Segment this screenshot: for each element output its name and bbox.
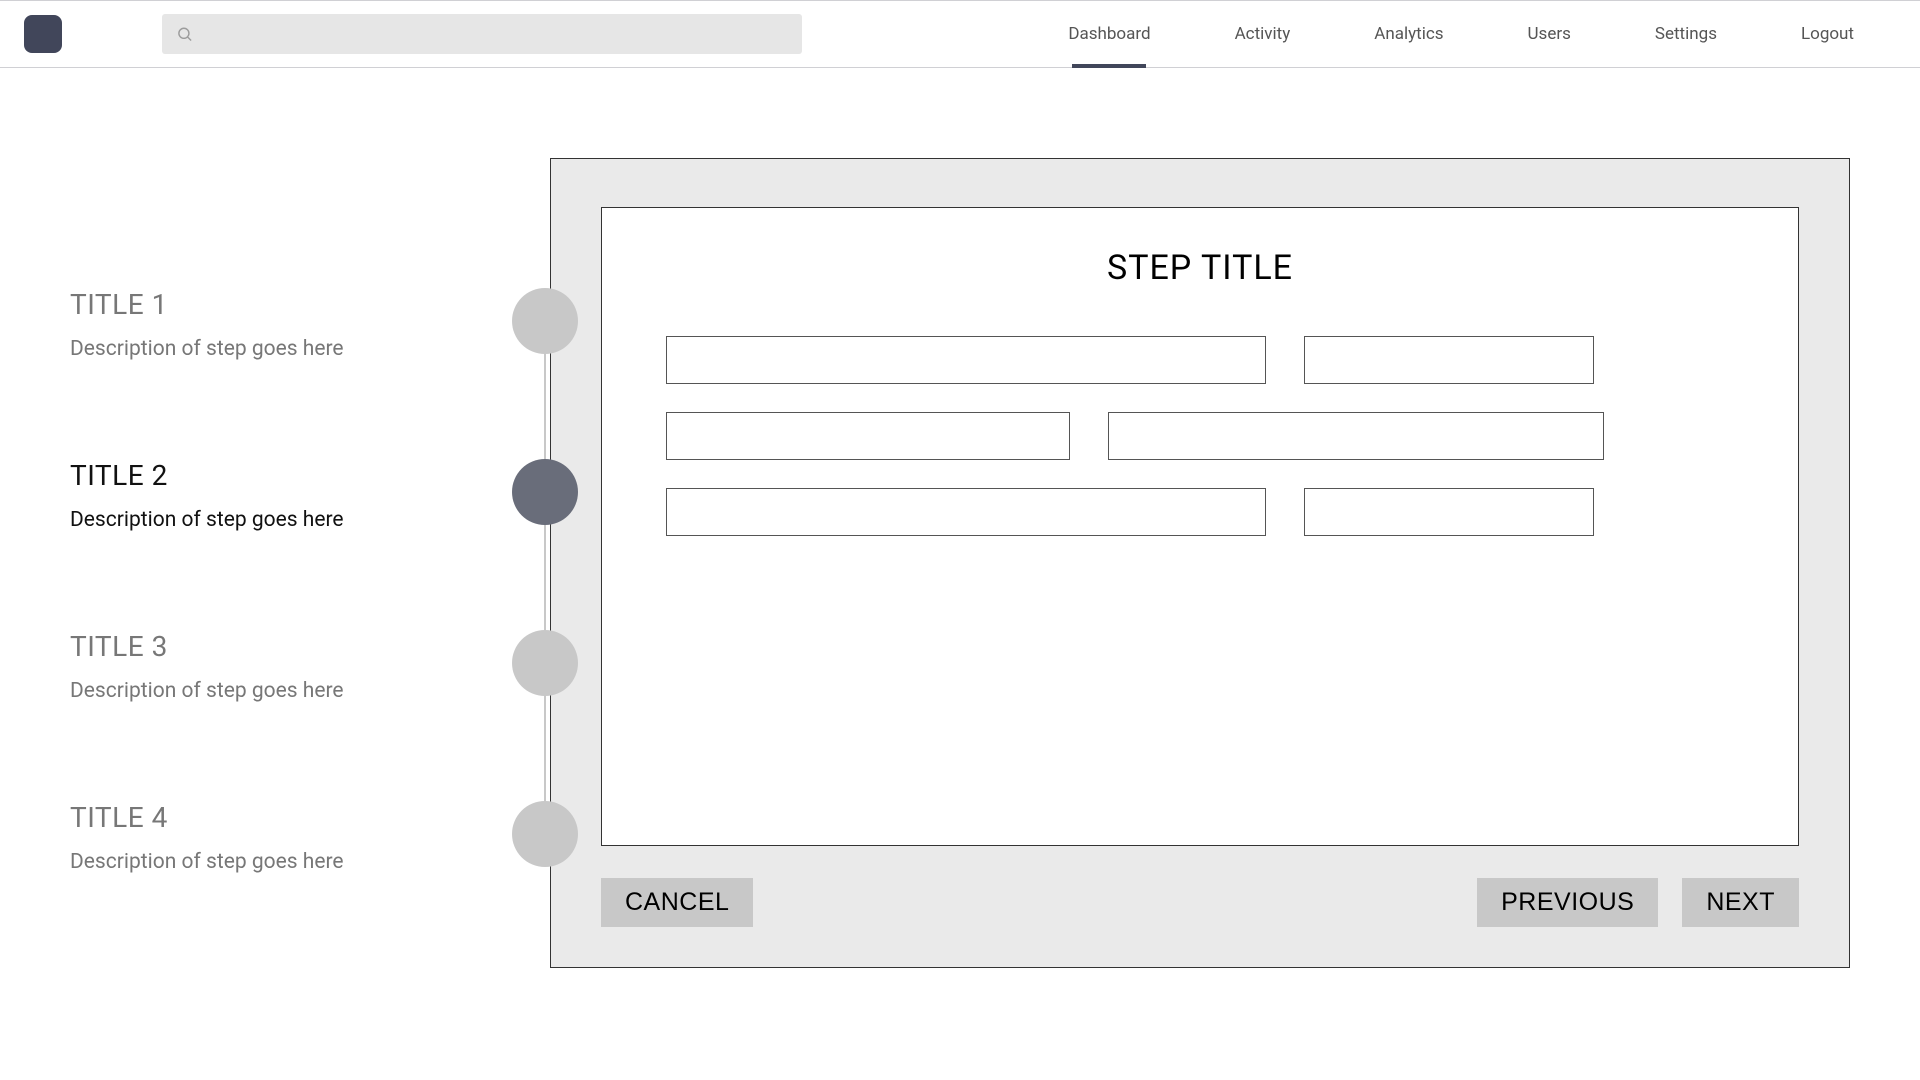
nav-dashboard[interactable]: Dashboard <box>1026 1 1192 67</box>
header: Dashboard Activity Analytics Users Setti… <box>0 0 1920 68</box>
step-title: TITLE 4 <box>70 801 550 834</box>
form-card: STEP TITLE <box>601 207 1799 846</box>
step-title: TITLE 2 <box>70 459 550 492</box>
form-field-2[interactable] <box>1304 336 1594 384</box>
step-item-4[interactable]: TITLE 4 Description of step goes here <box>70 801 550 874</box>
step-connector-line <box>544 318 546 818</box>
step-item-2[interactable]: TITLE 2 Description of step goes here <box>70 459 550 532</box>
nav-settings[interactable]: Settings <box>1613 1 1759 67</box>
step-desc: Description of step goes here <box>70 508 550 532</box>
form-row-3 <box>666 488 1734 536</box>
search-input[interactable] <box>201 26 788 43</box>
step-dot <box>512 459 578 525</box>
form-field-6[interactable] <box>1304 488 1594 536</box>
nav-analytics[interactable]: Analytics <box>1332 1 1485 67</box>
form-title: STEP TITLE <box>666 248 1734 288</box>
step-item-1[interactable]: TITLE 1 Description of step goes here <box>70 288 550 361</box>
step-item-3[interactable]: TITLE 3 Description of step goes here <box>70 630 550 703</box>
next-button[interactable]: NEXT <box>1682 878 1799 927</box>
button-row: CANCEL PREVIOUS NEXT <box>601 878 1799 927</box>
form-row-2 <box>666 412 1734 460</box>
nav-links: Dashboard Activity Analytics Users Setti… <box>1026 1 1896 67</box>
form-field-4[interactable] <box>1108 412 1604 460</box>
step-title: TITLE 3 <box>70 630 550 663</box>
form-field-1[interactable] <box>666 336 1266 384</box>
cancel-button[interactable]: CANCEL <box>601 878 753 927</box>
step-dot <box>512 801 578 867</box>
form-row-1 <box>666 336 1734 384</box>
main: TITLE 1 Description of step goes here TI… <box>0 68 1920 972</box>
form-field-5[interactable] <box>666 488 1266 536</box>
step-desc: Description of step goes here <box>70 679 550 703</box>
search-icon <box>176 25 193 43</box>
steps-sidebar: TITLE 1 Description of step goes here TI… <box>70 158 550 972</box>
nav-logout[interactable]: Logout <box>1759 1 1896 67</box>
nav-activity[interactable]: Activity <box>1193 1 1333 67</box>
step-dot <box>512 630 578 696</box>
search-container[interactable] <box>162 14 802 54</box>
app-logo[interactable] <box>24 15 62 53</box>
step-title: TITLE 1 <box>70 288 550 321</box>
content-panel: STEP TITLE CANCEL PREVIOUS NEXT <box>550 158 1850 968</box>
step-desc: Description of step goes here <box>70 337 550 361</box>
form-field-3[interactable] <box>666 412 1070 460</box>
previous-button[interactable]: PREVIOUS <box>1477 878 1658 927</box>
step-desc: Description of step goes here <box>70 850 550 874</box>
step-dot <box>512 288 578 354</box>
nav-users[interactable]: Users <box>1486 1 1613 67</box>
